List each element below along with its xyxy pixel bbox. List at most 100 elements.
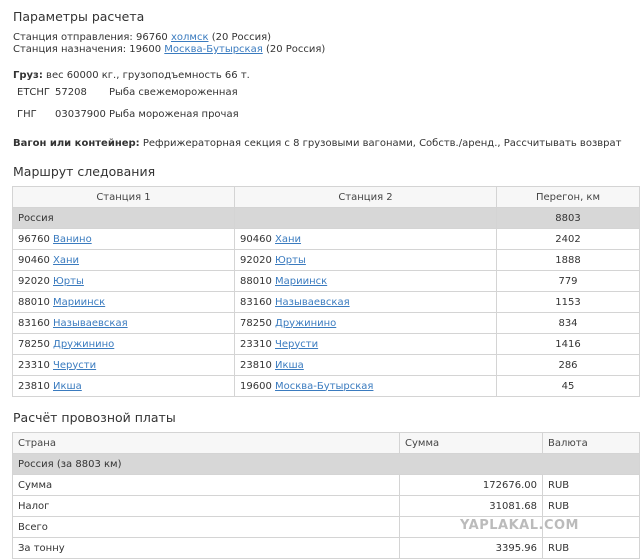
station-link[interactable]: Ванино xyxy=(53,234,92,245)
cargo-label: Груз: xyxy=(13,70,43,81)
route-station-2-cell: 90460 Хани xyxy=(234,228,497,250)
route-station-2-cell: 23810 Икша xyxy=(234,354,497,376)
route-distance-cell: 286 xyxy=(496,354,640,376)
fare-amount-cell: 31081.68 xyxy=(399,495,543,517)
station-link[interactable]: Черусти xyxy=(275,339,318,350)
fare-header-amount: Сумма xyxy=(399,432,543,454)
station-code: 23810 xyxy=(18,380,50,392)
station-link[interactable]: Хани xyxy=(53,255,79,266)
station-code: 92020 xyxy=(240,254,272,266)
station-link[interactable]: Дружинино xyxy=(275,318,336,329)
destination-station-link[interactable]: Москва-Бутырская xyxy=(164,44,262,55)
route-row: 96760 Ванино 90460 Хани 2402 xyxy=(12,228,640,250)
station-code: 23310 xyxy=(240,338,272,350)
route-group-empty xyxy=(234,207,497,229)
route-distance-cell: 45 xyxy=(496,375,640,397)
station-link[interactable]: Мариинск xyxy=(275,276,327,287)
station-code: 78250 xyxy=(240,317,272,329)
destination-label: Станция назначения: xyxy=(13,44,127,55)
fare-group-label: Россия (за 8803 км) xyxy=(12,453,640,475)
route-station-2-cell: 92020 Юрты xyxy=(234,249,497,271)
route-group-total: 8803 xyxy=(496,207,640,229)
station-link[interactable]: Называевская xyxy=(53,318,128,329)
station-link[interactable]: Черусти xyxy=(53,360,96,371)
route-group-row: Россия 8803 xyxy=(12,207,640,229)
station-link[interactable]: Дружинино xyxy=(53,339,114,350)
route-table: Станция 1 Станция 2 Перегон, км Россия 8… xyxy=(12,186,640,397)
fare-amount-cell: 3395.96 xyxy=(399,537,543,559)
station-code: 90460 xyxy=(240,233,272,245)
route-title: Маршрут следования xyxy=(13,164,156,179)
cargo-text: вес 60000 кг., грузоподъемность 66 т. xyxy=(46,70,250,81)
station-code: 88010 xyxy=(18,296,50,308)
params-title: Параметры расчета xyxy=(13,9,145,24)
route-station-1-cell: 92020 Юрты xyxy=(12,270,235,292)
route-distance-cell: 1888 xyxy=(496,249,640,271)
route-row: 92020 Юрты 88010 Мариинск 779 xyxy=(12,270,640,292)
station-code: 83160 xyxy=(240,296,272,308)
wagon-label: Вагон или контейнер: xyxy=(13,138,140,149)
route-station-2-cell: 83160 Называевская xyxy=(234,291,497,313)
route-station-2-cell: 19600 Москва-Бутырская xyxy=(234,375,497,397)
station-code: 83160 xyxy=(18,317,50,329)
route-station-2-cell: 23310 Черусти xyxy=(234,333,497,355)
departure-label: Станция отправления: xyxy=(13,32,133,43)
cargo-code-name: Рыба свежемороженная xyxy=(109,87,238,98)
cargo-line: Груз: вес 60000 кг., грузоподъемность 66… xyxy=(13,70,250,82)
route-group-country: Россия xyxy=(12,207,235,229)
station-link[interactable]: Икша xyxy=(53,381,82,392)
destination-station: Станция назначения: 19600 Москва-Бутырск… xyxy=(13,44,325,56)
route-row: 23310 Черусти 23810 Икша 286 xyxy=(12,354,640,376)
fare-currency-cell: RUB xyxy=(542,495,640,517)
station-link[interactable]: Юрты xyxy=(275,255,306,266)
route-row: 78250 Дружинино 23310 Черусти 1416 xyxy=(12,333,640,355)
station-code: 23310 xyxy=(18,359,50,371)
departure-code: 96760 xyxy=(135,32,168,43)
station-code: 96760 xyxy=(18,233,50,245)
fare-currency-cell: RUB xyxy=(542,474,640,496)
destination-country: (20 Россия) xyxy=(265,44,326,55)
route-distance-cell: 779 xyxy=(496,270,640,292)
fare-row: Сумма 172676.00 RUB xyxy=(12,474,640,496)
station-link[interactable]: Мариинск xyxy=(53,297,105,308)
route-station-1-cell: 83160 Называевская xyxy=(12,312,235,334)
station-link[interactable]: Хани xyxy=(275,234,301,245)
route-row: 88010 Мариинск 83160 Называевская 1153 xyxy=(12,291,640,313)
route-row: 90460 Хани 92020 Юрты 1888 xyxy=(12,249,640,271)
fare-row: Налог 31081.68 RUB xyxy=(12,495,640,517)
station-code: 92020 xyxy=(18,275,50,287)
station-code: 90460 xyxy=(18,254,50,266)
departure-station: Станция отправления: 96760 холмск (20 Ро… xyxy=(13,32,271,44)
route-station-2-cell: 78250 Дружинино xyxy=(234,312,497,334)
route-distance-cell: 1153 xyxy=(496,291,640,313)
cargo-code-name: Рыба мороженая прочая xyxy=(109,109,239,120)
route-station-1-cell: 23310 Черусти xyxy=(12,354,235,376)
cargo-code-system: ЕТСНГ xyxy=(17,87,51,98)
departure-station-link[interactable]: холмск xyxy=(171,32,209,43)
fare-label-cell: Налог xyxy=(12,495,400,517)
station-link[interactable]: Икша xyxy=(275,360,304,371)
station-code: 78250 xyxy=(18,338,50,350)
route-station-2-cell: 88010 Мариинск xyxy=(234,270,497,292)
fare-table: Страна Сумма Валюта Россия (за 8803 км) … xyxy=(12,432,640,559)
route-station-1-cell: 90460 Хани xyxy=(12,249,235,271)
fare-label-cell: Всего xyxy=(12,516,400,538)
route-station-1-cell: 88010 Мариинск xyxy=(12,291,235,313)
wagon-line: Вагон или контейнер: Рефрижераторная сек… xyxy=(13,138,621,150)
station-link[interactable]: Называевская xyxy=(275,297,350,308)
cargo-code-number: 03037900 xyxy=(55,109,106,120)
watermark: YAPLAKAL.COM xyxy=(460,518,579,533)
station-link[interactable]: Москва-Бутырская xyxy=(275,381,373,392)
route-row: 23810 Икша 19600 Москва-Бутырская 45 xyxy=(12,375,640,397)
fare-header-country: Страна xyxy=(12,432,400,454)
fare-label-cell: За тонну xyxy=(12,537,400,559)
cargo-code-system: ГНГ xyxy=(17,109,37,120)
route-header-distance: Перегон, км xyxy=(496,186,640,208)
cargo-code-number: 57208 xyxy=(55,87,87,98)
route-station-1-cell: 96760 Ванино xyxy=(12,228,235,250)
station-code: 88010 xyxy=(240,275,272,287)
fare-title: Расчёт провозной платы xyxy=(13,410,176,425)
route-distance-cell: 1416 xyxy=(496,333,640,355)
fare-currency-cell: RUB xyxy=(542,537,640,559)
station-link[interactable]: Юрты xyxy=(53,276,84,287)
